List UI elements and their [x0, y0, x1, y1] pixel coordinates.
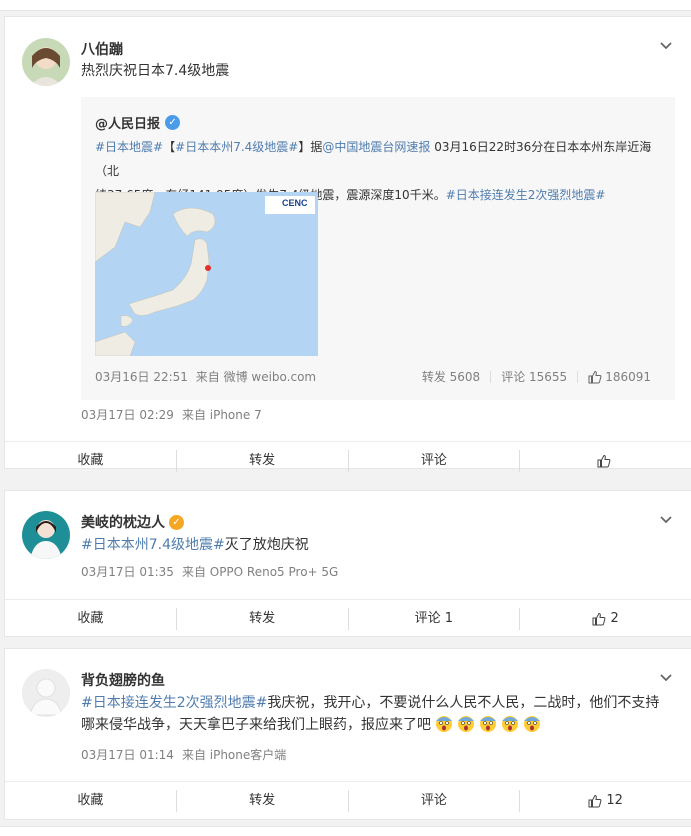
post-time[interactable]: 03月17日 02:29 — [81, 408, 174, 422]
avatar[interactable] — [22, 38, 70, 86]
favorite-button[interactable]: 收藏 — [5, 608, 176, 630]
chevron-down-icon[interactable] — [659, 39, 673, 53]
weibo-card: 背负翅膀的鱼 #日本接连发生2次强烈地震#我庆祝，我开心，不要说什么人民不人民，… — [4, 648, 691, 820]
username[interactable]: 八伯蹦 — [81, 39, 123, 59]
post-source: 来自 OPPO Reno5 Pro+ 5G — [181, 565, 339, 579]
post-text: #日本本州7.4级地震#灭了放炮庆祝 — [81, 537, 309, 553]
topic-link[interactable]: #日本本州7.4级地震# — [175, 140, 298, 154]
previous-card-edge — [0, 0, 691, 11]
avatar[interactable] — [22, 511, 70, 559]
topic-link[interactable]: #日本本州7.4级地震# — [81, 537, 225, 553]
action-bar: 收藏 转发 评论 — [5, 441, 691, 480]
repost-button[interactable]: 转发 — [175, 450, 348, 472]
thumbs-up-icon — [588, 794, 602, 808]
favorite-button[interactable]: 收藏 — [5, 450, 176, 472]
verified-blue-icon: ✓ — [165, 115, 181, 130]
scared-face-icon — [502, 716, 519, 732]
repost-button[interactable]: 转发 — [175, 790, 348, 812]
scared-face-icon — [458, 716, 475, 732]
repost-button[interactable]: 转发 — [175, 608, 348, 630]
thumbs-up-icon — [597, 454, 611, 468]
like-button[interactable]: 12 — [519, 790, 691, 812]
username[interactable]: 背负翅膀的鱼 — [81, 670, 165, 690]
mention-link[interactable]: @中国地震台网速报 — [322, 140, 430, 154]
post-meta: 03月17日 02:29 来自 iPhone 7 — [81, 406, 262, 423]
post-time[interactable]: 03月17日 01:14 — [81, 748, 174, 762]
avatar[interactable] — [22, 669, 70, 717]
thumbs-up-icon — [592, 612, 606, 626]
favorite-button[interactable]: 收藏 — [5, 790, 176, 812]
scared-face-icon — [524, 716, 541, 732]
cenc-logo: CENC — [282, 198, 308, 208]
comment-button[interactable]: 评论 — [347, 790, 520, 812]
emoji-row — [435, 716, 545, 733]
earthquake-map-image[interactable]: CENC — [95, 192, 318, 356]
topic-link[interactable]: #日本接连发生2次强烈地震# — [81, 695, 267, 711]
post-source: 来自 iPhone客户端 — [181, 748, 287, 762]
quoted-like-count[interactable]: 186091 — [588, 370, 651, 384]
like-button[interactable]: 2 — [519, 608, 691, 630]
post-time[interactable]: 03月17日 01:35 — [81, 565, 174, 579]
topic-link[interactable]: #日本接连发生2次强烈地震# — [446, 188, 606, 202]
username[interactable]: 美岐的枕边人 ✓ — [81, 512, 184, 532]
post-meta: 03月17日 01:35 来自 OPPO Reno5 Pro+ 5G — [81, 563, 338, 580]
quoted-comment-count[interactable]: 评论 15655 — [501, 368, 567, 385]
quoted-stats: 转发 5608 评论 15655 186091 — [422, 368, 651, 385]
comment-button[interactable]: 评论 — [347, 450, 520, 472]
scared-face-icon — [480, 716, 497, 732]
post-text: #日本接连发生2次强烈地震#我庆祝，我开心，不要说什么人民不人民，二战时，他们不… — [81, 695, 660, 733]
post-meta: 03月17日 01:14 来自 iPhone客户端 — [81, 746, 286, 763]
verified-gold-icon: ✓ — [169, 514, 184, 530]
like-button[interactable] — [519, 450, 691, 472]
quoted-post[interactable]: @人民日报 ✓ #日本地震#【#日本本州7.4级地震#】据@中国地震台网速报 0… — [81, 97, 675, 400]
action-bar: 收藏 转发 评论 1 2 — [5, 599, 691, 638]
thumbs-up-icon — [588, 370, 602, 383]
quoted-repost-count[interactable]: 转发 5608 — [422, 368, 480, 385]
comment-button[interactable]: 评论 1 — [347, 608, 520, 630]
weibo-card: 美岐的枕边人 ✓ #日本本州7.4级地震#灭了放炮庆祝 03月17日 01:35… — [4, 490, 691, 637]
topic-link[interactable]: #日本地震# — [95, 140, 163, 154]
post-source: 来自 iPhone 7 — [181, 408, 262, 422]
post-text: 热烈庆祝日本7.4级地震 — [81, 63, 230, 79]
chevron-down-icon[interactable] — [659, 671, 673, 685]
action-bar: 收藏 转发 评论 12 — [5, 781, 691, 820]
weibo-card: 八伯蹦 热烈庆祝日本7.4级地震 @人民日报 ✓ #日本地震#【#日本本州7.4… — [4, 16, 691, 472]
scared-face-icon — [436, 716, 453, 732]
quoted-meta: 03月16日 22:51 来自 微博 weibo.com — [95, 370, 317, 384]
quoted-author[interactable]: @人民日报 ✓ — [95, 113, 181, 132]
chevron-down-icon[interactable] — [659, 513, 673, 527]
